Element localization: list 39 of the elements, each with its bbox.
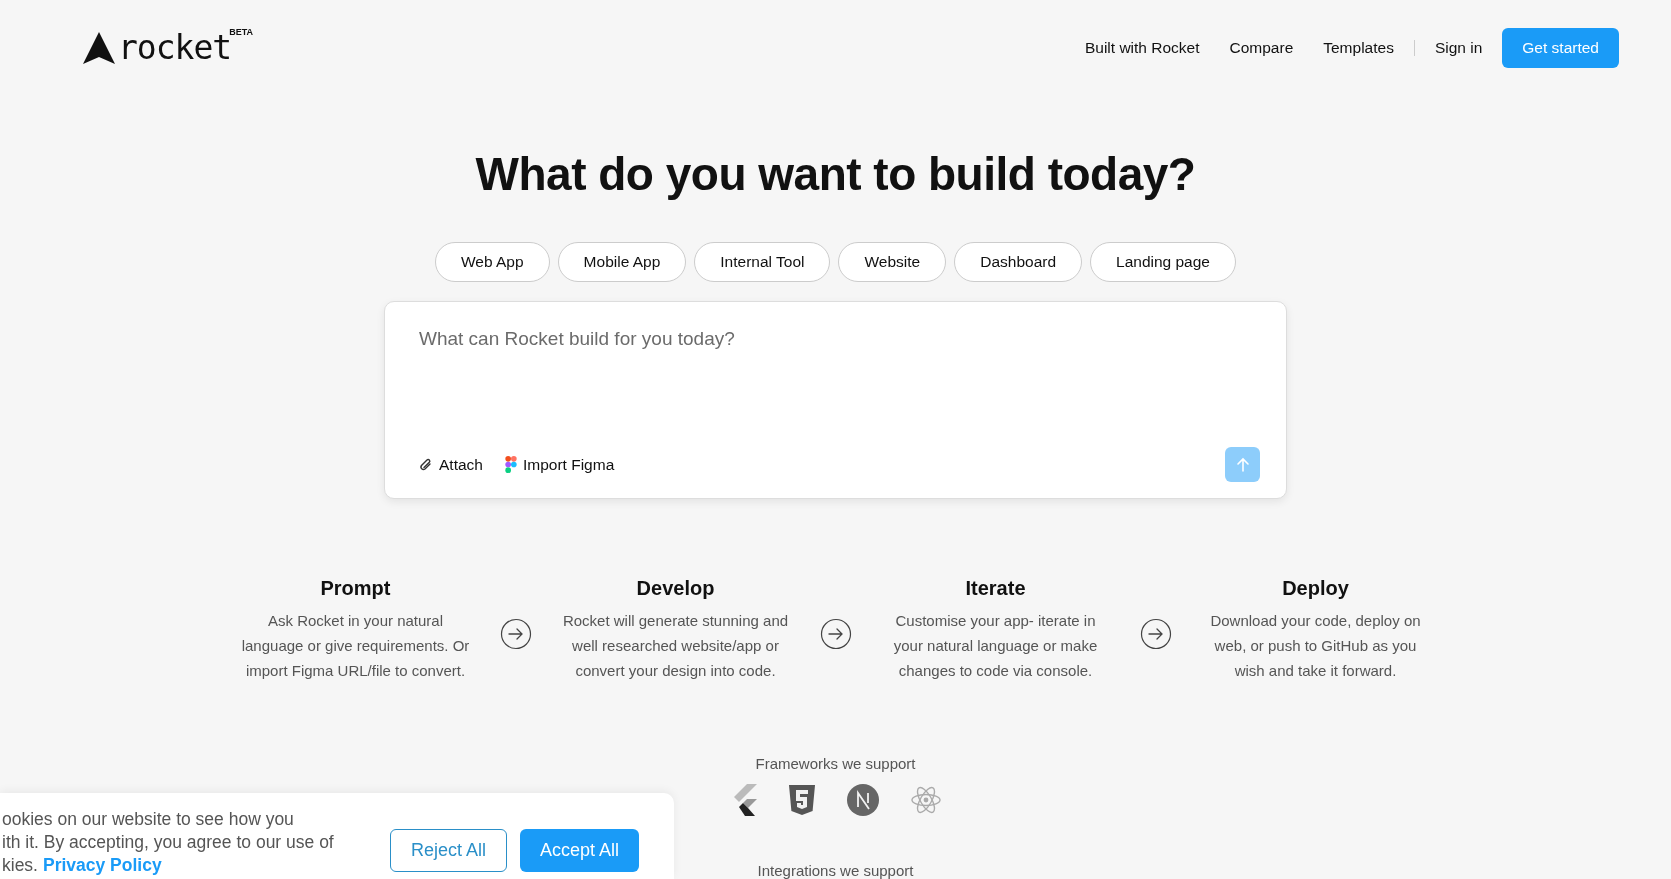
nav-link[interactable]: Compare	[1229, 39, 1294, 57]
sign-in-link[interactable]: Sign in	[1434, 39, 1483, 57]
attach-button[interactable]: Attach	[419, 455, 483, 474]
arrow-right-icon	[499, 618, 532, 650]
cookie-text: ookies on our website to see how you	[2, 808, 295, 831]
step-title: Deploy	[1282, 577, 1349, 600]
integrations-label: Integrations we support	[757, 862, 914, 879]
frameworks-label: Frameworks we support	[755, 755, 916, 772]
step-description: Ask Rocket in your natural language or give requirements. Or import Figma URL/file to convert.	[240, 611, 471, 681]
category-chip[interactable]: Mobile App	[557, 242, 687, 282]
rocket-logo-icon	[82, 31, 116, 65]
cookie-text: ith it. By accepting, you agree to our use of	[2, 831, 335, 854]
category-chip[interactable]: Internal Tool	[694, 242, 831, 282]
step-title: Develop	[636, 577, 715, 600]
nextjs-logo-icon	[846, 784, 879, 816]
html5-shield-icon	[788, 785, 815, 815]
beta-label: BETA	[229, 27, 254, 37]
nav-link[interactable]: Built with Rocket	[1084, 39, 1200, 57]
step-description: Rocket will generate stunning and well researched website/app or convert your design into code.	[561, 611, 790, 681]
nav-link[interactable]: Templates	[1323, 39, 1394, 57]
step-title: Prompt	[320, 577, 391, 600]
import-figma-button[interactable]: Import Figma	[504, 455, 615, 474]
step-description: Download your code, deploy on web, or push to GitHub as you wish and take it forward.	[1209, 611, 1422, 681]
step-description: Customise your app- iterate in your natural language or make changes to code via console.	[892, 611, 1099, 681]
cookie-text: kies.	[2, 854, 38, 877]
figma-icon	[504, 456, 517, 473]
prompt-box[interactable]: What can Rocket build for you today? Attach Import Figma	[384, 301, 1287, 499]
reject-all-button[interactable]: Reject All	[390, 829, 508, 872]
category-chip[interactable]: Landing page	[1090, 242, 1236, 282]
hero-title: What do you want to build today?	[475, 147, 1196, 202]
category-chip[interactable]: Dashboard	[954, 242, 1083, 282]
category-chip[interactable]: Website	[838, 242, 947, 282]
paperclip-icon	[419, 456, 433, 473]
react-atom-icon	[910, 786, 941, 814]
arrow-up-icon	[1235, 456, 1250, 473]
step-title: Iterate	[965, 577, 1026, 600]
category-chip[interactable]: Web App	[435, 242, 550, 282]
arrow-right-icon	[1139, 618, 1172, 650]
arrow-right-icon	[819, 618, 852, 650]
